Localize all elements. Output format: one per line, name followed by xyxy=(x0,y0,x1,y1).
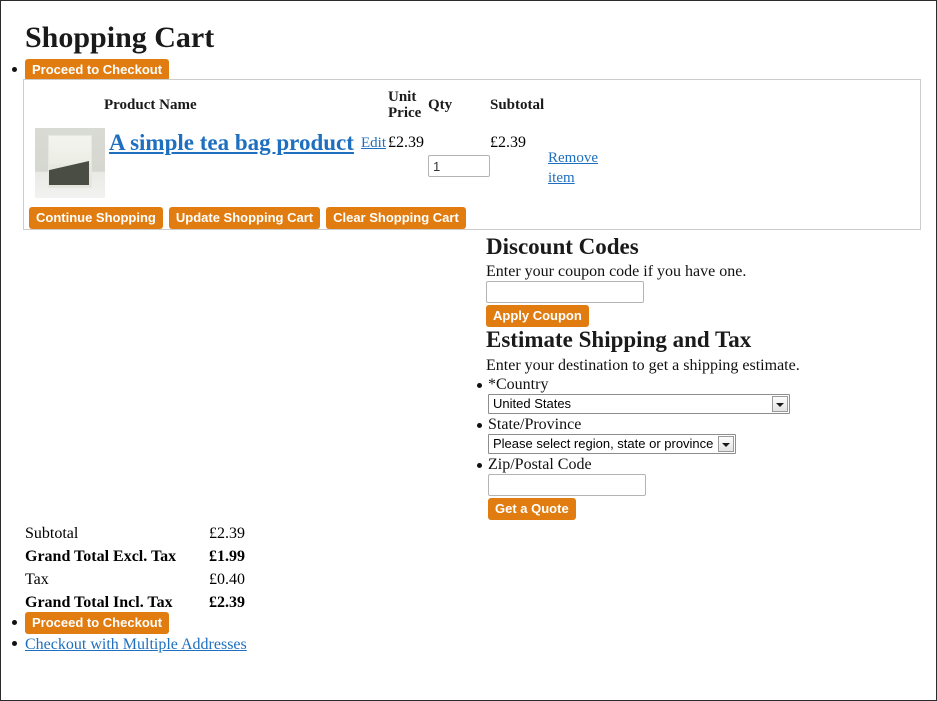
discount-codes-title: Discount Codes xyxy=(486,234,639,259)
clear-shopping-cart-button[interactable]: Clear Shopping Cart xyxy=(326,207,466,229)
apply-coupon-button[interactable]: Apply Coupon xyxy=(486,305,589,327)
coupon-code-input[interactable] xyxy=(486,281,644,303)
cart-action-buttons: Continue Shopping Update Shopping Cart C… xyxy=(29,207,468,229)
continue-shopping-button[interactable]: Continue Shopping xyxy=(29,207,163,229)
totals-label: Subtotal xyxy=(25,525,79,542)
totals-label: Grand Total Excl. Tax xyxy=(25,548,177,565)
bottom-checkout-list-item: Proceed to Checkout xyxy=(25,612,170,634)
country-select[interactable]: United States xyxy=(488,394,790,414)
checkout-multiple-addresses-link[interactable]: Checkout with Multiple Addresses xyxy=(25,635,247,654)
estimate-shipping-note: Enter your destination to get a shipping… xyxy=(486,357,800,374)
totals-amount: £1.99 xyxy=(209,548,245,565)
list-bullet xyxy=(12,641,17,646)
state-province-select[interactable]: Please select region, state or province xyxy=(488,434,736,454)
apply-coupon-wrapper: Apply Coupon xyxy=(486,305,589,327)
list-bullet xyxy=(477,383,482,388)
country-label: *Country xyxy=(488,376,549,393)
column-header-unit-price: Unit Price xyxy=(388,89,422,121)
totals-amount: £0.40 xyxy=(209,571,245,588)
order-totals: Subtotal £2.39 Grand Total Excl. Tax £1.… xyxy=(25,522,245,614)
list-bullet xyxy=(12,620,17,625)
list-bullet xyxy=(12,67,17,72)
totals-table: Subtotal £2.39 Grand Total Excl. Tax £1.… xyxy=(25,522,245,614)
unit-price-value: £2.39 xyxy=(388,134,424,151)
list-bullet xyxy=(477,423,482,428)
row-subtotal-value: £2.39 xyxy=(490,134,526,151)
state-province-label: State/Province xyxy=(488,416,582,433)
chevron-down-icon[interactable] xyxy=(718,436,734,452)
zip-postal-code-input[interactable] xyxy=(488,474,646,496)
product-thumbnail-image[interactable] xyxy=(35,128,105,198)
estimate-shipping-title: Estimate Shipping and Tax xyxy=(486,327,752,352)
totals-amount: £2.39 xyxy=(209,525,245,542)
column-header-subtotal: Subtotal xyxy=(490,97,545,113)
totals-amount: £2.39 xyxy=(209,594,245,611)
chevron-down-icon[interactable] xyxy=(772,396,788,412)
totals-row: Subtotal £2.39 xyxy=(25,522,245,545)
product-name-link[interactable]: A simple tea bag product xyxy=(109,130,354,156)
top-checkout-list-item: Proceed to Checkout xyxy=(25,59,170,81)
get-a-quote-button[interactable]: Get a Quote xyxy=(488,498,576,520)
page-title: Shopping Cart xyxy=(25,21,215,54)
edit-item-link[interactable]: Edit xyxy=(361,134,386,152)
column-header-product-name: Product Name xyxy=(104,97,197,113)
discount-codes-note: Enter your coupon code if you have one. xyxy=(486,263,747,280)
proceed-to-checkout-button-top[interactable]: Proceed to Checkout xyxy=(25,59,170,81)
totals-row: Grand Total Incl. Tax £2.39 xyxy=(25,591,245,614)
proceed-to-checkout-button-bottom[interactable]: Proceed to Checkout xyxy=(25,612,170,634)
totals-row: Grand Total Excl. Tax £1.99 xyxy=(25,545,245,568)
remove-item-link[interactable]: Remove item xyxy=(548,148,604,188)
country-select-value: United States xyxy=(493,396,572,411)
list-bullet xyxy=(477,463,482,468)
shopping-cart-page: Shopping Cart Proceed to Checkout Produc… xyxy=(0,0,937,701)
zip-postal-code-label: Zip/Postal Code xyxy=(488,456,592,473)
update-shopping-cart-button[interactable]: Update Shopping Cart xyxy=(168,207,321,229)
totals-row: Tax £0.40 xyxy=(25,568,245,591)
get-quote-wrapper: Get a Quote xyxy=(488,498,576,520)
totals-label: Grand Total Incl. Tax xyxy=(25,594,173,611)
totals-label: Tax xyxy=(25,571,49,588)
state-province-select-value: Please select region, state or province xyxy=(493,436,714,451)
quantity-input[interactable] xyxy=(428,155,490,177)
column-header-qty: Qty xyxy=(428,97,453,113)
